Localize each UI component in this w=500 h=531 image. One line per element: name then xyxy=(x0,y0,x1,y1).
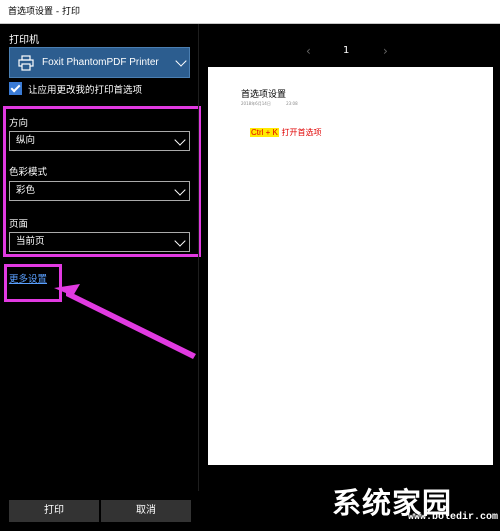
previous-page-button[interactable]: ‹ xyxy=(306,44,311,58)
print-preview-page: 首选项设置 2018年6月14日 23:08 Ctrl + K 打开首选项 xyxy=(208,67,493,465)
preview-shortcut-text: 打开首选项 xyxy=(281,128,322,137)
preview-shortcut: Ctrl + K xyxy=(250,128,279,137)
preview-doc-date: 2018年6月14日 xyxy=(241,101,271,106)
preview-doc-meta: 2018年6月14日 23:08 xyxy=(241,101,298,107)
preview-doc-title: 首选项设置 xyxy=(241,90,287,100)
watermark-url: www.boledir.com xyxy=(408,512,499,523)
cancel-button[interactable]: 取消 xyxy=(101,500,191,522)
next-page-button[interactable]: › xyxy=(383,44,388,58)
print-button[interactable]: 打印 xyxy=(9,500,99,522)
page-number: 1 xyxy=(343,45,350,56)
preview-doc-body: Ctrl + K 打开首选项 xyxy=(250,127,321,138)
preview-doc-time: 23:08 xyxy=(286,101,298,106)
pane-divider xyxy=(198,24,199,491)
